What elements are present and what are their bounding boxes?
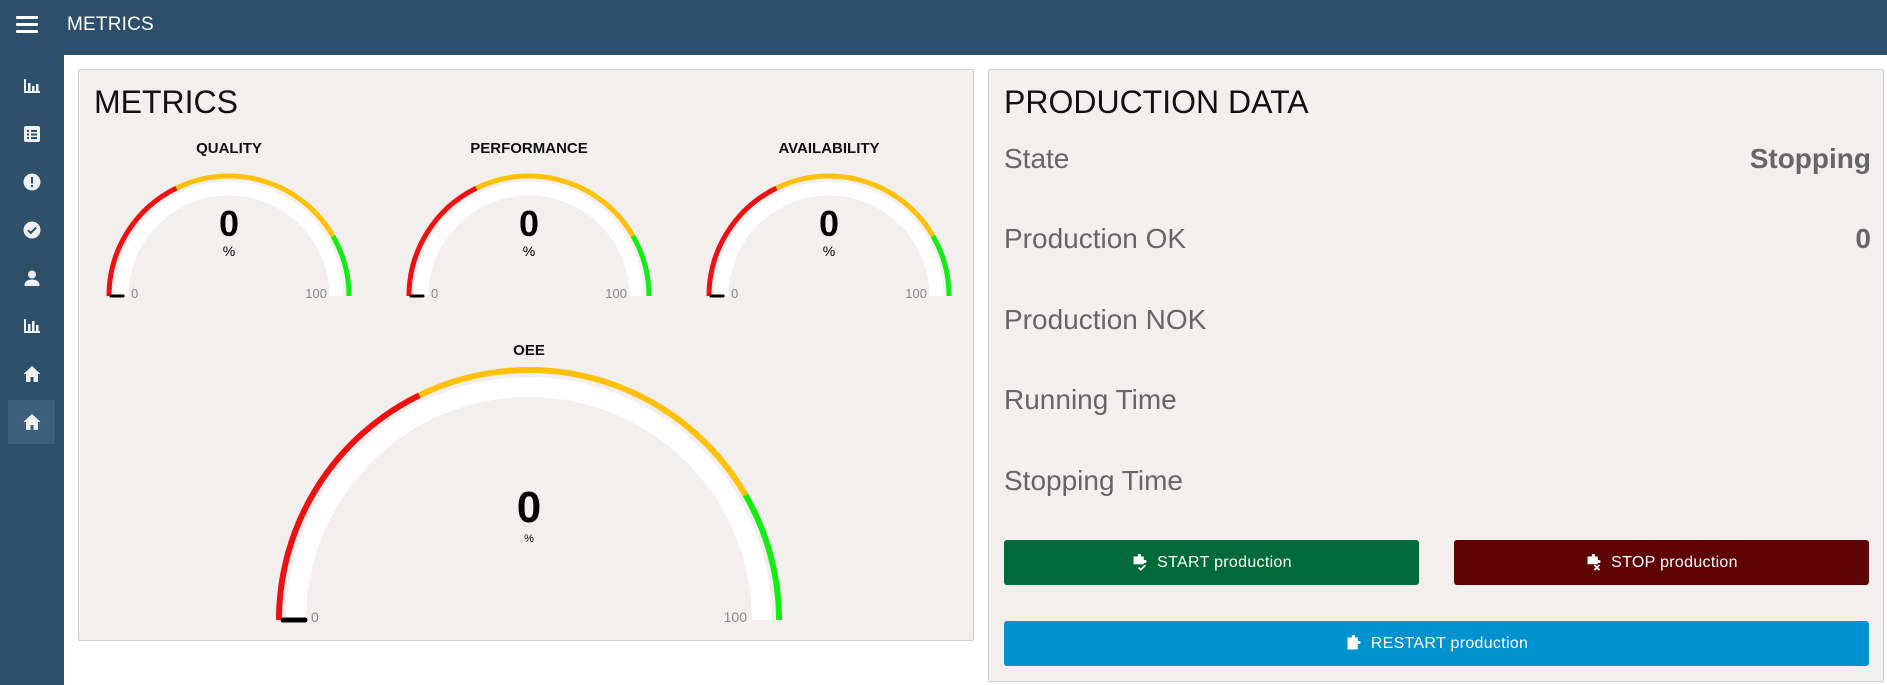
gauge-title: QUALITY	[196, 140, 262, 157]
stop-production-button[interactable]: STOP production	[1454, 540, 1869, 585]
gauge-min-label: 0	[431, 286, 438, 301]
gauge-value: 0	[219, 203, 239, 244]
restart-production-label: RESTART production	[1370, 634, 1529, 652]
gauge-title: AVAILABILITY	[778, 140, 880, 157]
bar-chart-icon	[23, 79, 40, 93]
gauge-max-label: 100	[305, 286, 327, 301]
alert-icon	[23, 173, 40, 191]
gauge-value: 0	[819, 203, 839, 244]
bar-chart-icon	[23, 319, 40, 333]
production-ok-label: Production OK	[1004, 223, 1187, 254]
quality-gauge: QUALITY 0% 0 100	[94, 140, 364, 370]
gauge-unit: %	[524, 533, 534, 545]
puzzle-x-icon	[1587, 554, 1601, 571]
production-title: PRODUCTION DATA	[1004, 84, 1309, 120]
production-nok-label: Production NOK	[1004, 304, 1207, 335]
production-ok-value: 0	[1855, 223, 1871, 254]
stopping-time-label: Stopping Time	[1004, 465, 1183, 496]
gauge-min-label: 0	[131, 286, 138, 301]
gauge-min-label: 0	[311, 609, 319, 625]
start-production-button[interactable]: START production	[1004, 540, 1419, 585]
state-value: Stopping	[1749, 143, 1871, 174]
sidebar-item-check[interactable]	[8, 208, 55, 252]
metrics-card: METRICS QUALITY 0% 0 100 PERFORMANCE 0% 0 10…	[78, 69, 974, 641]
home-icon	[23, 414, 40, 430]
sidebar-item-list[interactable]	[8, 112, 55, 156]
running-time-label: Running Time	[1004, 384, 1177, 415]
sidebar-item-chart[interactable]	[8, 64, 55, 108]
performance-gauge: PERFORMANCE 0% 0 100	[394, 140, 664, 370]
sidebar	[0, 55, 64, 685]
sidebar-item-home[interactable]	[8, 352, 55, 396]
sidebar-item-user[interactable]	[8, 256, 55, 300]
start-production-label: START production	[1157, 553, 1292, 571]
state-label: State	[1004, 143, 1070, 174]
gauge-dial: 0%0 100	[406, 173, 652, 301]
gauge-max-label: 100	[905, 286, 927, 301]
sidebar-item-stats[interactable]	[8, 304, 55, 348]
puzzle-icon	[1347, 635, 1361, 650]
app-title: METRICS	[67, 14, 154, 35]
gauge-dial: 0%0 100	[706, 173, 952, 301]
oee-gauge: OEE 0% 0 100	[239, 342, 819, 642]
user-icon	[24, 270, 39, 286]
gauge-max-label: 100	[605, 286, 627, 301]
top-bar: METRICS	[0, 0, 1887, 55]
gauge-unit: %	[223, 243, 235, 259]
gauge-value: 0	[517, 483, 541, 532]
gauge-title: PERFORMANCE	[470, 140, 588, 157]
gauge-min-label: 0	[731, 286, 738, 301]
home-icon	[23, 366, 40, 382]
check-circle-icon	[23, 221, 40, 239]
gauge-dial: 0%0 100	[276, 367, 782, 625]
gauge-value: 0	[519, 203, 539, 244]
stop-production-label: STOP production	[1611, 553, 1738, 571]
availability-gauge: AVAILABILITY 0% 0 100	[694, 140, 964, 370]
gauge-unit: %	[523, 243, 535, 259]
restart-production-button[interactable]: RESTART production	[1004, 621, 1869, 666]
puzzle-check-icon	[1133, 554, 1147, 571]
sidebar-item-home-active[interactable]	[8, 400, 55, 444]
list-icon	[23, 126, 40, 142]
sidebar-item-alerts[interactable]	[8, 160, 55, 204]
gauge-unit: %	[823, 243, 835, 259]
hamburger-menu-icon[interactable]	[16, 16, 38, 34]
gauge-max-label: 100	[724, 609, 748, 625]
metrics-title: METRICS	[94, 84, 238, 120]
production-card: PRODUCTION DATA State Stopping Productio…	[988, 69, 1884, 682]
gauge-dial: 0%0 100	[106, 173, 352, 301]
